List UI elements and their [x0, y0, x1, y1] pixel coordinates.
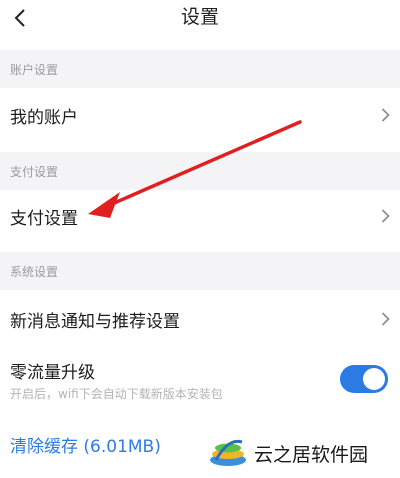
- watermark: 云之居软件园: [202, 426, 400, 478]
- section-label-system: 系统设置: [0, 252, 400, 290]
- section-label-payment: 支付设置: [0, 152, 400, 190]
- zero-traffic-toggle[interactable]: [340, 365, 388, 393]
- clear-cache-button[interactable]: 清除缓存 (6.01MB): [10, 432, 161, 457]
- notification-settings-row[interactable]: 新消息通知与推荐设置: [0, 290, 400, 348]
- notification-settings-label: 新消息通知与推荐设置: [10, 311, 180, 332]
- my-account-label: 我的账户: [10, 107, 78, 128]
- zero-traffic-title: 零流量升级: [10, 363, 95, 383]
- payment-settings-label: 支付设置: [10, 208, 78, 229]
- zero-traffic-subtitle: 开启后，wifi下会自动下载新版本安装包: [10, 387, 223, 401]
- chevron-right-icon: [381, 312, 390, 327]
- header-bar: 设置: [0, 0, 400, 40]
- watermark-text: 云之居软件园: [254, 444, 369, 466]
- toggle-knob: [363, 368, 385, 390]
- section-label-account: 账户设置: [0, 50, 400, 88]
- chevron-right-icon: [381, 209, 390, 224]
- zero-traffic-upgrade-row: 零流量升级 开启后，wifi下会自动下载新版本安装包: [0, 348, 400, 414]
- page-title: 设置: [180, 6, 219, 28]
- payment-settings-row[interactable]: 支付设置: [0, 190, 400, 242]
- chevron-right-icon: [381, 108, 390, 123]
- watermark-logo-icon: [210, 439, 246, 466]
- my-account-row[interactable]: 我的账户: [0, 88, 400, 142]
